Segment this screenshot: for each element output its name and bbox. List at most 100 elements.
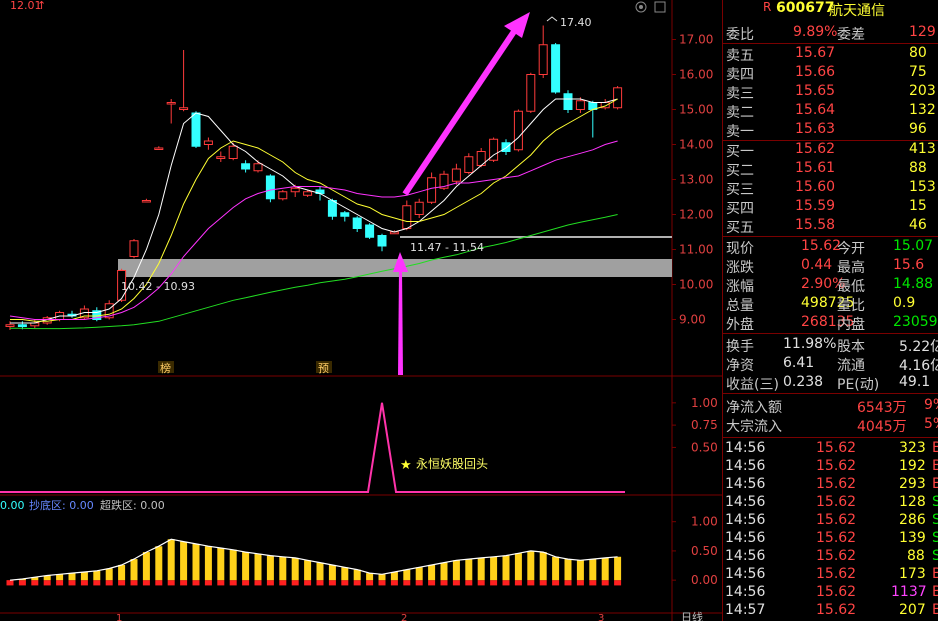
bid-row: 买三 15.60 153 (723, 179, 938, 198)
bar (155, 546, 163, 586)
bar (18, 578, 26, 586)
weibi-row: 委比 9.89% 委差 129 (726, 24, 936, 43)
stat2-value: 6.41 (783, 355, 815, 371)
kline-chart[interactable]: 12.01 ↑ 17.0016.0015.0014.0013.0012.0011… (0, 0, 722, 621)
candle (613, 86, 623, 110)
stat2-row: 净资 6.41 流通 4.16亿 (723, 355, 938, 374)
stat-row: 外盘268135内盘230590 (723, 314, 938, 333)
ask-price: 15.66 (795, 64, 836, 80)
bar-title-2: 抄底区: 0.00 (29, 498, 94, 512)
tick-price: 15.62 (816, 602, 857, 618)
ask-label: 卖二 (726, 105, 754, 121)
tick-time: 14:56 (725, 476, 766, 492)
signal-plot (0, 402, 625, 493)
candle (588, 100, 598, 138)
bar (204, 546, 212, 586)
tick-side: S (932, 548, 938, 564)
stat-label: 最高 (837, 260, 865, 276)
stock-name: 航天通信 (829, 3, 885, 19)
bar (477, 557, 485, 586)
stock-code: 600677 (776, 0, 835, 16)
stock-header: R 600677 航天通信 (723, 0, 938, 19)
high-label: 17.40 (560, 16, 592, 29)
candle (501, 139, 511, 155)
bid-label: 买三 (726, 182, 754, 198)
signal-tick-label: 0.50 (691, 440, 718, 454)
bar-tick-label: 0.00 (691, 573, 718, 587)
ask-label: 卖三 (726, 86, 754, 102)
flow-row: 大宗流入 4045万 5% (723, 416, 938, 435)
signal-tick-label: 0.75 (691, 418, 718, 432)
stat-label: 涨跌 (726, 260, 754, 276)
ask-label: 卖五 (726, 48, 754, 64)
bar (142, 552, 150, 586)
candle (216, 151, 226, 162)
tick-volume: 128 (899, 494, 926, 510)
stat-label: 外盘 (726, 317, 754, 333)
bar (378, 574, 386, 586)
settings-icon[interactable] (635, 1, 647, 13)
bar (217, 548, 225, 586)
candle (92, 307, 102, 322)
candle (513, 109, 523, 152)
candle (365, 223, 375, 239)
price-tick-label: 15.00 (679, 103, 713, 117)
stat2-label: PE(动) (837, 377, 880, 393)
price-tick-label: 14.00 (679, 138, 713, 152)
tick-time: 14:56 (725, 530, 766, 546)
tick-price: 15.62 (816, 584, 857, 600)
bar (390, 571, 398, 586)
candle (464, 153, 474, 175)
tick-price: 15.62 (816, 530, 857, 546)
stat2-row: 收益(三) 0.238 PE(动) 49.1 (723, 374, 938, 393)
bar (601, 557, 609, 586)
bid-price: 15.61 (795, 160, 836, 176)
bar (353, 569, 361, 586)
flow-label: 净流入额 (726, 400, 782, 416)
candle (402, 200, 412, 231)
bar (514, 553, 522, 586)
ask-row: 卖三 15.65 203 (723, 83, 938, 102)
bid-price: 15.62 (795, 141, 836, 157)
stat-row: 总量 498725 量比 0.9 (723, 295, 938, 314)
bid-volume: 46 (909, 217, 927, 233)
tick-time: 14:56 (725, 584, 766, 600)
stat-value: 14.88 (893, 276, 934, 292)
bar (465, 559, 473, 586)
ask-price: 15.64 (795, 102, 836, 118)
main-plot (5, 25, 623, 330)
bar (366, 573, 374, 586)
tick-side: S (932, 530, 938, 546)
candle (352, 216, 362, 232)
bar (6, 580, 14, 586)
period-label[interactable]: 日线 (681, 610, 703, 621)
bar (316, 562, 324, 586)
candle (451, 163, 461, 185)
signal-star-icon: ★ (400, 458, 412, 473)
bid-label: 买四 (726, 201, 754, 217)
range-label-2: 11.47 - 11.54 (410, 241, 484, 254)
bar (68, 573, 76, 586)
bar (80, 571, 88, 586)
tick-side: S (932, 494, 938, 510)
bid-volume: 153 (909, 179, 936, 195)
tick-row: 14:56 15.62 88 S (723, 548, 938, 566)
ask-volume: 96 (909, 121, 927, 137)
candle (278, 190, 288, 201)
candle (166, 99, 176, 124)
bar (229, 549, 237, 586)
tick-time: 14:56 (725, 548, 766, 564)
tick-volume: 286 (899, 512, 926, 528)
zoom-icon[interactable] (654, 1, 666, 13)
tick-row: 14:56 15.62 192 B (723, 458, 938, 476)
bar (502, 555, 510, 586)
weicha-value: 129 (909, 24, 936, 40)
price-tick-label: 12.00 (679, 208, 713, 222)
bid-volume: 413 (909, 141, 936, 157)
ask-row: 卖一 15.63 96 (723, 121, 938, 140)
ask-label: 卖一 (726, 124, 754, 140)
ask-label: 卖四 (726, 67, 754, 83)
candle (67, 310, 77, 318)
tick-time: 14:56 (725, 566, 766, 582)
tick-side: S (932, 512, 938, 528)
